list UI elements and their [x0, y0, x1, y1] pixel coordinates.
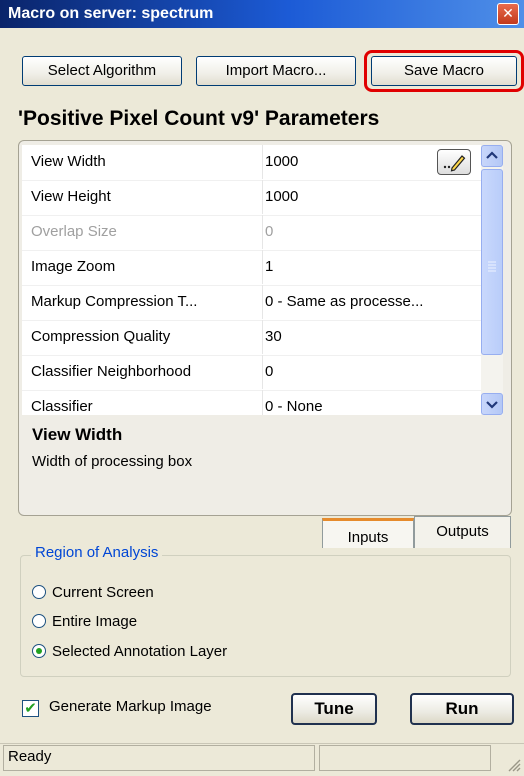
chevron-down-icon [486, 401, 498, 409]
property-row-classifier[interactable]: Classifier 0 - None [22, 390, 482, 415]
grip-lines-icon [488, 261, 496, 272]
radio-label: Current Screen [52, 584, 154, 601]
property-row-compression-quality[interactable]: Compression Quality 30 [22, 320, 482, 356]
description-text: Width of processing box [32, 453, 193, 470]
run-button[interactable]: Run [410, 693, 514, 725]
checkmark-icon: ✔ [24, 700, 37, 717]
property-name: Classifier Neighborhood [31, 363, 192, 380]
scroll-thumb[interactable] [481, 169, 503, 355]
property-name: Classifier [31, 398, 93, 415]
radio-button[interactable] [32, 585, 46, 599]
close-button[interactable]: ✕ [497, 3, 519, 25]
property-name: View Height [31, 188, 111, 205]
description-title: View Width [32, 425, 123, 444]
property-name: Markup Compression T... [31, 293, 198, 310]
property-grid: View Width 1000 View Height 1000 Overlap… [22, 145, 482, 415]
pencil-icon [443, 155, 466, 172]
property-row-markup-compression[interactable]: Markup Compression T... 0 - Same as proc… [22, 285, 482, 321]
scroll-up-button[interactable] [481, 145, 503, 167]
select-algorithm-button[interactable]: Select Algorithm [22, 56, 182, 86]
tune-button[interactable]: Tune [291, 693, 377, 725]
property-row-view-width[interactable]: View Width 1000 [22, 145, 482, 181]
property-row-image-zoom[interactable]: Image Zoom 1 [22, 250, 482, 286]
property-row-overlap-size[interactable]: Overlap Size 0 [22, 215, 482, 251]
edit-value-button[interactable] [437, 149, 471, 175]
status-text: Ready [8, 748, 52, 765]
radio-label: Selected Annotation Layer [52, 643, 228, 660]
radio-current-screen[interactable]: Current Screen [32, 581, 154, 605]
property-name: Compression Quality [31, 328, 171, 345]
close-icon: ✕ [502, 5, 514, 21]
property-value: 0 [262, 215, 481, 249]
property-value[interactable]: 0 [262, 355, 481, 389]
property-name: Image Zoom [31, 258, 116, 275]
property-name: Overlap Size [31, 223, 117, 240]
window-title: Macro on server: spectrum [8, 5, 214, 22]
scroll-down-button[interactable] [481, 393, 503, 415]
save-macro-button[interactable]: Save Macro [371, 56, 517, 86]
property-row-classifier-neighborhood[interactable]: Classifier Neighborhood 0 [22, 355, 482, 391]
property-name: View Width [31, 153, 106, 170]
property-value[interactable]: 0 - None [262, 390, 481, 415]
tab-outputs[interactable]: Outputs [414, 516, 511, 548]
radio-button-selected[interactable] [32, 644, 46, 658]
region-of-analysis-legend: Region of Analysis [31, 544, 163, 561]
generate-markup-label: Generate Markup Image [49, 698, 212, 715]
tab-inputs[interactable]: Inputs [322, 518, 414, 548]
window-title-bar: Macro on server: spectrum [0, 0, 524, 28]
status-panel-secondary [319, 745, 491, 771]
radio-entire-image[interactable]: Entire Image [32, 610, 137, 634]
property-grid-scrollbar[interactable] [481, 145, 503, 415]
property-row-view-height[interactable]: View Height 1000 [22, 180, 482, 216]
property-value[interactable]: 1000 [262, 180, 481, 214]
chevron-up-icon [486, 151, 498, 159]
property-value[interactable]: 1 [262, 250, 481, 284]
generate-markup-checkbox[interactable]: ✔ [22, 700, 39, 717]
import-macro-button[interactable]: Import Macro... [196, 56, 356, 86]
radio-button[interactable] [32, 614, 46, 628]
parameters-title: 'Positive Pixel Count v9' Parameters [18, 107, 380, 130]
resize-grip-icon[interactable] [506, 758, 522, 772]
radio-label: Entire Image [52, 613, 138, 630]
property-value[interactable]: 30 [262, 320, 481, 354]
property-value[interactable]: 0 - Same as processe... [262, 285, 481, 319]
radio-selected-annotation-layer[interactable]: Selected Annotation Layer [32, 640, 227, 664]
